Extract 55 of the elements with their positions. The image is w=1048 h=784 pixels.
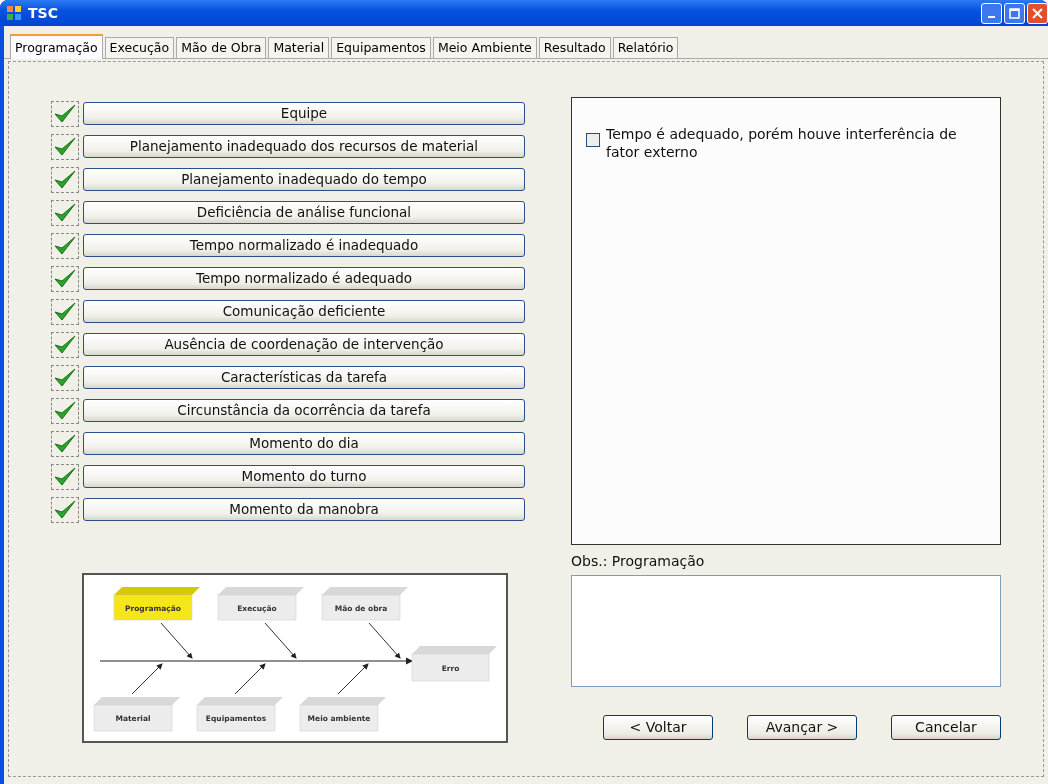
- window-title: TSC: [28, 3, 58, 23]
- factor-button[interactable]: Comunicação deficiente: [83, 300, 525, 323]
- factor-button[interactable]: Características da tarefa: [83, 366, 525, 389]
- factor-button[interactable]: Circunstância da ocorrência da tarefa: [83, 399, 525, 422]
- branch-arrow: [160, 622, 193, 659]
- branch-arrow: [368, 622, 401, 659]
- factor-button[interactable]: Equipe: [83, 102, 525, 125]
- app-icon: [6, 5, 22, 21]
- factor-button[interactable]: Tempo normalizado é adequado: [83, 267, 525, 290]
- back-button[interactable]: < Voltar: [603, 715, 713, 740]
- checkbox[interactable]: [51, 199, 79, 226]
- branch-arrow: [234, 663, 266, 695]
- checkbox[interactable]: [51, 397, 79, 424]
- branch-arrow: [264, 622, 297, 659]
- factor-button[interactable]: Planejamento inadequado do tempo: [83, 168, 525, 191]
- cancel-button[interactable]: Cancelar: [891, 715, 1001, 740]
- minimize-icon: [988, 16, 995, 18]
- factor-button[interactable]: Momento do dia: [83, 432, 525, 455]
- checkbox[interactable]: [51, 166, 79, 193]
- checkbox[interactable]: [51, 298, 79, 325]
- checkbox[interactable]: [51, 265, 79, 292]
- checkbox[interactable]: [51, 232, 79, 259]
- close-icon: [1032, 7, 1043, 19]
- checkbox[interactable]: [51, 100, 79, 127]
- checkbox[interactable]: [51, 364, 79, 391]
- next-button[interactable]: Avançar >: [747, 715, 857, 740]
- obs-label: Obs.: Programação: [571, 552, 706, 571]
- tab[interactable]: Execução: [104, 37, 175, 58]
- checkbox[interactable]: [51, 496, 79, 523]
- factor-button[interactable]: Planejamento inadequado dos recursos de material: [83, 135, 525, 158]
- branch-arrow: [131, 663, 163, 695]
- factor-button[interactable]: Deficiência de análise funcional: [83, 201, 525, 224]
- tab[interactable]: Material: [268, 37, 330, 58]
- minimize-button[interactable]: [981, 2, 1002, 24]
- checkbox[interactable]: [586, 133, 600, 147]
- tab[interactable]: Relatório: [612, 37, 679, 58]
- tab[interactable]: Resultado: [538, 37, 611, 58]
- maximize-button[interactable]: [1004, 2, 1025, 24]
- checkbox[interactable]: [51, 463, 79, 490]
- factor-button[interactable]: Momento da manobra: [83, 498, 525, 521]
- factor-button[interactable]: Ausência de coordenação de intervenção: [83, 333, 525, 356]
- maximize-icon: [1009, 7, 1020, 19]
- checkbox[interactable]: [51, 430, 79, 457]
- close-button[interactable]: [1027, 2, 1048, 24]
- option-label: Tempo é adequado, porém houve interferência de fator externo: [606, 125, 958, 161]
- tab[interactable]: Equipamentos: [331, 37, 431, 58]
- tab[interactable]: Mão de Obra: [176, 37, 267, 58]
- factor-button[interactable]: Tempo normalizado é inadequado: [83, 234, 525, 257]
- checkbox[interactable]: [51, 331, 79, 358]
- obs-field[interactable]: [571, 575, 1001, 687]
- tab[interactable]: Programação: [10, 34, 103, 59]
- branch-arrow: [337, 663, 369, 695]
- tab[interactable]: Meio Ambiente: [432, 37, 537, 58]
- checkbox[interactable]: [51, 133, 79, 160]
- factor-button[interactable]: Momento do turno: [83, 465, 525, 488]
